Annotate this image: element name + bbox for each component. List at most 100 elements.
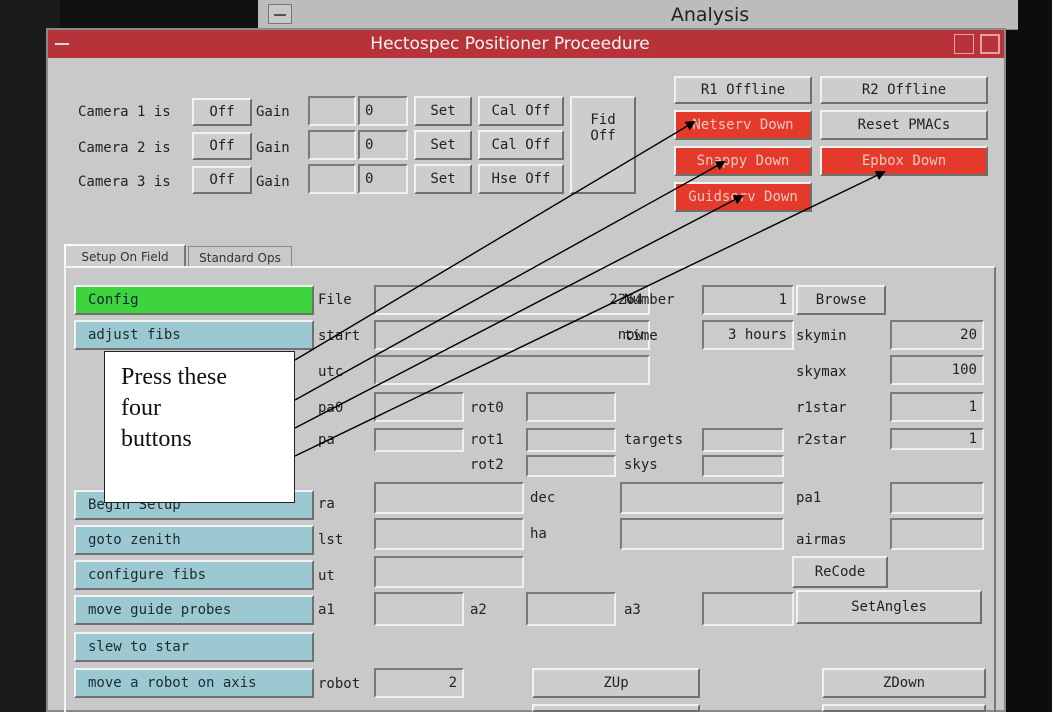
camera-3-gain-value[interactable]: 0 [358, 164, 408, 194]
camera-1-state-button[interactable]: Off [192, 98, 252, 126]
a3-input[interactable] [702, 592, 794, 626]
dec-input[interactable] [620, 482, 784, 514]
camera-3-cal-button[interactable]: Hse Off [478, 164, 564, 194]
number-label: Number [624, 292, 675, 308]
camera-3-state-button[interactable]: Off [192, 166, 252, 194]
a2-input[interactable] [526, 592, 616, 626]
number-input[interactable]: 1 [702, 285, 794, 315]
next-row-button[interactable] [532, 704, 700, 712]
camera-3-label: Camera 3 is [78, 174, 171, 190]
file-input[interactable]: 2264 [374, 285, 650, 315]
pa-label: pa [318, 432, 335, 448]
ra-label: ra [318, 496, 335, 512]
rot1-label: rot1 [470, 432, 504, 448]
skys-input[interactable] [702, 455, 784, 477]
camera-2-gain-value[interactable]: 0 [358, 130, 408, 160]
utc-input[interactable] [374, 355, 650, 385]
move-robot-on-axis-button[interactable]: move a robot on axis [74, 668, 314, 698]
camera-1-gain-input[interactable] [308, 96, 356, 126]
utc-label: utc [318, 364, 344, 380]
browse-button[interactable]: Browse [796, 285, 886, 315]
instruction-callout: Press these four buttons [104, 351, 295, 503]
skymin-input[interactable]: 20 [890, 320, 984, 350]
recode-button[interactable]: ReCode [792, 556, 888, 588]
setangles-button[interactable]: SetAngles [796, 590, 982, 624]
desktop-backdrop-right [1000, 0, 1052, 712]
ra-input[interactable] [374, 482, 524, 514]
fid-off-button[interactable]: Fid Off [570, 96, 636, 194]
rot1-input[interactable] [526, 428, 616, 452]
skys-label: skys [624, 457, 658, 473]
rot0-input[interactable] [526, 392, 616, 422]
camera-2-set-button[interactable]: Set [414, 130, 472, 160]
camera-1-gain-value[interactable]: 0 [358, 96, 408, 126]
a2-label: a2 [470, 602, 487, 618]
camera-3-gain-label: Gain [256, 174, 290, 190]
a1-label: a1 [318, 602, 335, 618]
r1-offline-button[interactable]: R1 Offline [674, 76, 812, 104]
next-row-button-right[interactable] [822, 704, 986, 712]
a3-label: a3 [624, 602, 641, 618]
slew-to-star-button[interactable]: slew to star [74, 632, 314, 662]
camera-2-gain-input[interactable] [308, 130, 356, 160]
camera-3-set-button[interactable]: Set [414, 164, 472, 194]
dec-label: dec [530, 490, 556, 506]
targets-input[interactable] [702, 428, 784, 452]
airmas-label: airmas [796, 532, 847, 548]
callout-line-2: four [121, 395, 161, 421]
skymax-input[interactable]: 100 [890, 355, 984, 385]
guidserv-down-button[interactable]: Guidserv Down [674, 182, 812, 212]
time-label: time [624, 328, 658, 344]
netserv-down-button[interactable]: Netserv Down [674, 110, 812, 140]
camera-1-cal-button[interactable]: Cal Off [478, 96, 564, 126]
fid-line1: Fid [590, 112, 616, 128]
goto-zenith-button[interactable]: goto zenith [74, 525, 314, 555]
callout-line-3: buttons [121, 426, 192, 452]
minimize-icon[interactable] [268, 4, 292, 24]
zup-button[interactable]: ZUp [532, 668, 700, 698]
tab-standard-ops[interactable]: Standard Ops [188, 246, 292, 268]
start-input[interactable]: now [374, 320, 650, 350]
epbox-down-button[interactable]: Epbox Down [820, 146, 988, 176]
time-input[interactable]: 3 hours [702, 320, 794, 350]
start-label: start [318, 328, 361, 344]
window-title: Hectospec Positioner Proceedure [370, 34, 650, 54]
a1-input[interactable] [374, 592, 464, 626]
analysis-window-title: Analysis [670, 4, 750, 26]
rot2-input[interactable] [526, 455, 616, 477]
file-label: File [318, 292, 352, 308]
ut-input[interactable] [374, 556, 524, 588]
snappy-down-button[interactable]: Snappy Down [674, 146, 812, 176]
pa0-input[interactable] [374, 392, 464, 422]
camera-1-set-button[interactable]: Set [414, 96, 472, 126]
maximize-icon[interactable] [980, 34, 1000, 54]
minimize-icon[interactable] [52, 36, 74, 52]
tab-setup-on-field[interactable]: Setup On Field [64, 244, 186, 268]
rot0-label: rot0 [470, 400, 504, 416]
configure-fibs-button[interactable]: configure fibs [74, 560, 314, 590]
r2star-input[interactable]: 1 [890, 428, 984, 450]
r2-offline-button[interactable]: R2 Offline [820, 76, 988, 104]
pa1-input[interactable] [890, 482, 984, 514]
callout-line-1: Press these [121, 364, 227, 390]
airmas-input[interactable] [890, 518, 984, 550]
r1star-input[interactable]: 1 [890, 392, 984, 422]
camera-2-label: Camera 2 is [78, 140, 171, 156]
robot-input[interactable]: 2 [374, 668, 464, 698]
camera-3-gain-input[interactable] [308, 164, 356, 194]
adjust-fibs-button[interactable]: adjust fibs [74, 320, 314, 350]
ha-input[interactable] [620, 518, 784, 550]
zdown-button[interactable]: ZDown [822, 668, 986, 698]
camera-2-cal-button[interactable]: Cal Off [478, 130, 564, 160]
lst-input[interactable] [374, 518, 524, 550]
camera-2-state-button[interactable]: Off [192, 132, 252, 160]
move-guide-probes-button[interactable]: move guide probes [74, 595, 314, 625]
skymin-label: skymin [796, 328, 847, 344]
reset-pmacs-button[interactable]: Reset PMACs [820, 110, 988, 140]
restore-icon[interactable] [954, 34, 974, 54]
pa-input[interactable] [374, 428, 464, 452]
config-button[interactable]: Config [74, 285, 314, 315]
ut-label: ut [318, 568, 335, 584]
lst-label: lst [318, 532, 344, 548]
robot-label: robot [318, 676, 361, 692]
